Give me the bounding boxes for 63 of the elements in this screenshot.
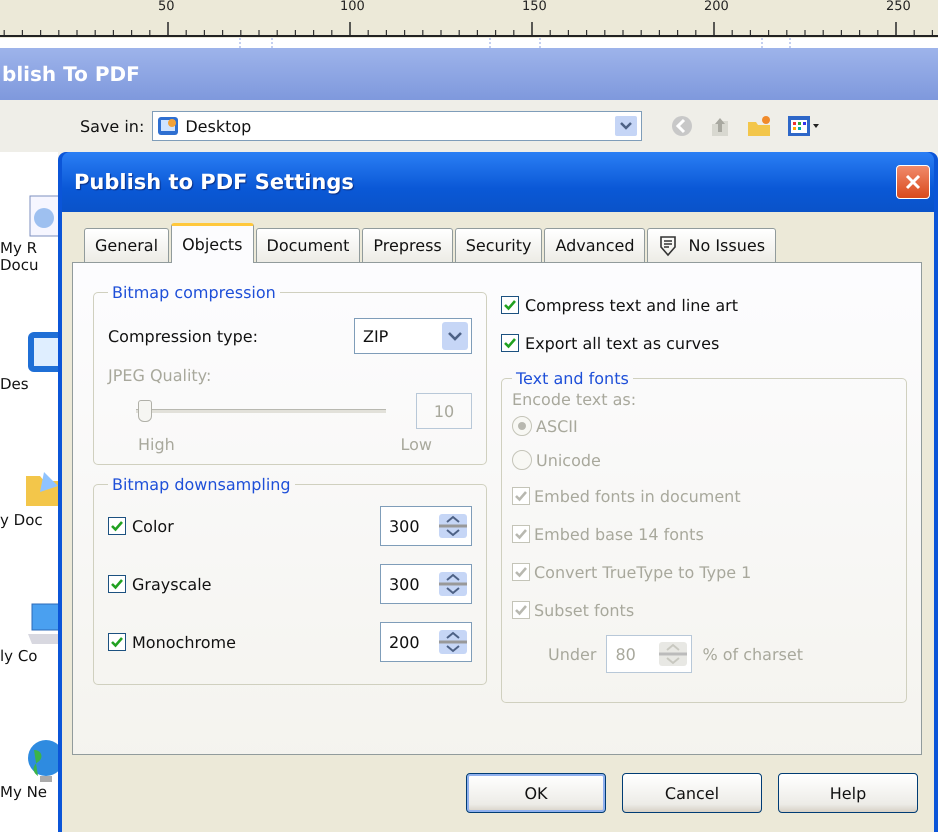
spin-arrows-icon <box>437 628 469 656</box>
checkbox[interactable] <box>501 296 519 314</box>
resolution-field[interactable]: 200 <box>380 622 472 662</box>
spin-arrows-icon <box>437 512 469 540</box>
compression-type-dropdown[interactable]: ZIP <box>354 318 472 354</box>
tab[interactable]: Document <box>256 228 360 262</box>
views-icon <box>786 114 820 138</box>
field-label: JPEG Quality: <box>108 366 212 385</box>
spin-arrows-icon <box>437 570 469 598</box>
ruler-number: 150 <box>522 0 547 14</box>
save-in-label: Save in: <box>80 116 144 136</box>
place-label[interactable]: Docu <box>0 257 38 274</box>
checkbox-label: Color <box>132 516 175 536</box>
checkbox[interactable] <box>501 334 519 352</box>
checkbox-label: Compress text and line art <box>525 296 738 314</box>
checkbox-label: Grayscale <box>132 574 212 594</box>
close-button[interactable] <box>896 165 930 199</box>
tab[interactable]: Security <box>454 228 542 262</box>
checkbox-label: Convert TrueType to Type 1 <box>534 562 752 582</box>
checkbox-label: Subset fonts <box>534 600 634 620</box>
slider-min-label: High <box>138 435 175 454</box>
dialog-button[interactable]: Help <box>778 773 918 813</box>
checkbox-label: Embed base 14 fonts <box>534 524 704 544</box>
ruler-number: 50 <box>158 0 175 14</box>
slider-max-label: Low <box>400 435 432 454</box>
group-title: Bitmap downsampling <box>111 475 292 494</box>
checkbox[interactable] <box>108 517 126 535</box>
place-label[interactable]: My R <box>0 240 38 257</box>
tab[interactable]: General <box>84 228 170 262</box>
radio-label: ASCII <box>536 416 578 436</box>
dialog-title: Publish to PDF Settings <box>74 170 354 194</box>
dialog-button[interactable]: Cancel <box>622 773 762 813</box>
dialog-button[interactable]: OK <box>466 773 606 813</box>
new-folder-icon <box>746 114 772 138</box>
radio-label: Unicode <box>536 450 601 470</box>
window-title: blish To PDF <box>2 62 140 86</box>
ruler-number: 250 <box>886 0 911 14</box>
checkbox[interactable] <box>108 575 126 593</box>
checkbox-label: Monochrome <box>132 632 237 652</box>
tab[interactable]: No Issues <box>647 228 776 262</box>
checkbox-label: Export all text as curves <box>525 334 720 352</box>
resolution-field[interactable]: 300 <box>380 564 472 604</box>
field-label: Compression type: <box>108 326 258 346</box>
ruler-number: 200 <box>704 0 729 14</box>
place-label[interactable]: y Doc <box>0 512 43 529</box>
place-label[interactable]: ly Co <box>0 648 38 665</box>
desktop-icon <box>157 115 180 137</box>
field-label: Encode text as: <box>512 390 638 409</box>
place-label[interactable]: My Ne <box>0 784 48 801</box>
group-title: Text and fonts <box>515 369 630 388</box>
checkbox[interactable] <box>108 633 126 651</box>
tab[interactable]: Advanced <box>544 228 646 262</box>
checkbox-label: Embed fonts in document <box>534 486 741 506</box>
field-label: % of charset <box>702 644 804 664</box>
save-in-dropdown[interactable]: Desktop <box>152 111 642 141</box>
resolution-field[interactable]: 300 <box>380 506 472 546</box>
spin-arrows-icon <box>657 640 690 668</box>
tab[interactable]: Objects <box>171 223 254 263</box>
tab[interactable]: Prepress <box>362 228 453 262</box>
field-label: Under <box>548 644 596 664</box>
place-label[interactable]: Des <box>0 376 29 393</box>
group-title: Bitmap compression <box>111 283 277 302</box>
ruler-number: 100 <box>340 0 365 14</box>
